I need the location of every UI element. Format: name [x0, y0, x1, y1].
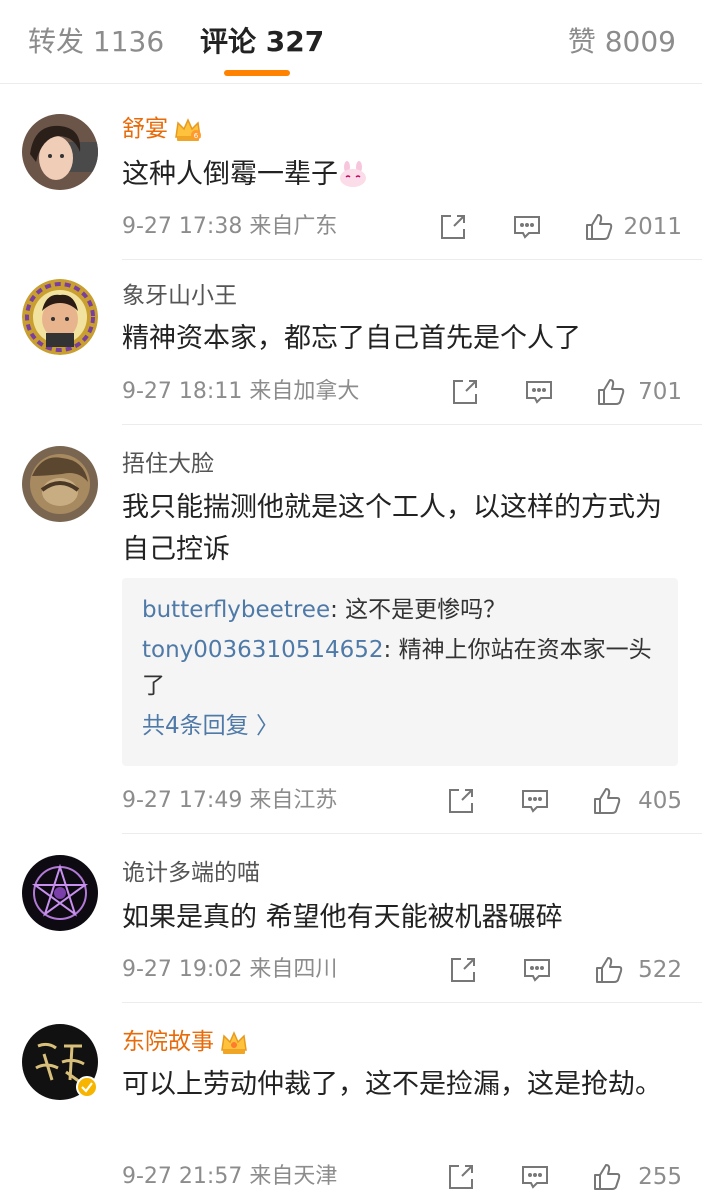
- reply-username[interactable]: tony0036310514652: [142, 637, 384, 663]
- avatar[interactable]: [22, 114, 98, 190]
- comment-icon[interactable]: [520, 1162, 550, 1192]
- share-icon[interactable]: [438, 212, 468, 242]
- divider: [122, 259, 702, 260]
- active-tab-indicator: [224, 70, 290, 76]
- share-icon[interactable]: [446, 786, 476, 816]
- avatar[interactable]: [22, 446, 98, 522]
- tab-comments[interactable]: 评论 327: [200, 22, 324, 62]
- comment-time: 9-27 21:57 来自天津: [122, 1164, 338, 1189]
- divider: [122, 833, 702, 834]
- like-icon[interactable]: [592, 786, 622, 816]
- comment-username[interactable]: 舒宴 6: [122, 114, 202, 144]
- share-icon[interactable]: [448, 955, 478, 985]
- avatar[interactable]: [22, 279, 98, 355]
- comment-meta: 9-27 18:11 来自加拿大 701: [122, 375, 682, 409]
- reply-item: tony0036310514652: 精神上你站在资本家一头了: [142, 637, 652, 699]
- like-count: 255: [638, 1164, 682, 1190]
- comment-username[interactable]: 东院故事: [122, 1027, 248, 1057]
- comment-meta: 9-27 21:57 来自天津 255: [122, 1160, 682, 1194]
- reply-username[interactable]: butterflybeetree: [142, 597, 330, 623]
- comment-icon[interactable]: [512, 212, 542, 242]
- like-icon[interactable]: [584, 212, 614, 242]
- comment-username[interactable]: 捂住大脸: [122, 449, 214, 479]
- comment-text: 这种人倒霉一辈子: [122, 154, 682, 196]
- tab-likes[interactable]: 赞 8009: [568, 22, 676, 62]
- comment-meta: 9-27 17:49 来自江苏 405: [122, 784, 682, 818]
- comment-time: 9-27 17:49 来自江苏: [122, 788, 338, 813]
- divider: [122, 424, 702, 425]
- comment-meta: 9-27 17:38 来自广东 2011: [122, 210, 682, 244]
- more-replies-link[interactable]: 共4条回复 〉: [142, 708, 658, 744]
- tab-repost[interactable]: 转发 1136: [28, 22, 164, 62]
- verified-badge-icon: [76, 1076, 98, 1098]
- share-icon[interactable]: [446, 1162, 476, 1192]
- comment-icon[interactable]: [520, 786, 550, 816]
- like-icon[interactable]: [594, 955, 624, 985]
- tab-bar: 转发 1136 评论 327 赞 8009: [0, 0, 702, 84]
- comment-text: 如果是真的 希望他有天能被机器碾碎: [122, 902, 563, 933]
- comment-icon[interactable]: [524, 377, 554, 407]
- like-icon[interactable]: [596, 377, 626, 407]
- like-count: 2011: [623, 214, 682, 240]
- comment-icon[interactable]: [522, 955, 552, 985]
- comment-text: 精神资本家，都忘了自己首先是个人了: [122, 323, 581, 354]
- vip-crown-icon: 6: [174, 117, 202, 143]
- avatar[interactable]: [22, 855, 98, 931]
- like-count: 701: [638, 379, 682, 405]
- comment-time: 9-27 19:02 来自四川: [122, 957, 338, 982]
- comment-text: 我只能揣测他就是这个工人，以这样的方式为自己控诉: [122, 492, 662, 565]
- reply-item: butterflybeetree: 这不是更惨吗？: [142, 597, 507, 623]
- divider: [122, 1002, 702, 1003]
- like-count: 405: [638, 788, 682, 814]
- like-count: 522: [638, 957, 682, 983]
- svg-text:6: 6: [194, 132, 199, 140]
- comment-time: 9-27 17:38 来自广东: [122, 214, 338, 239]
- like-icon[interactable]: [592, 1162, 622, 1192]
- comment-username[interactable]: 诡计多端的喵: [122, 858, 260, 888]
- bunny-emoji-icon: [338, 158, 368, 187]
- comment-text: 可以上劳动仲裁了，这不是捡漏，这是抢劫。: [122, 1069, 662, 1100]
- vip-crown-icon: [220, 1030, 248, 1056]
- reply-preview[interactable]: butterflybeetree: 这不是更惨吗？ tony0036310514…: [122, 578, 678, 766]
- share-icon[interactable]: [450, 377, 480, 407]
- comment-time: 9-27 18:11 来自加拿大: [122, 379, 360, 404]
- comment-username[interactable]: 象牙山小王: [122, 281, 237, 311]
- comment-meta: 9-27 19:02 来自四川 522: [122, 953, 682, 987]
